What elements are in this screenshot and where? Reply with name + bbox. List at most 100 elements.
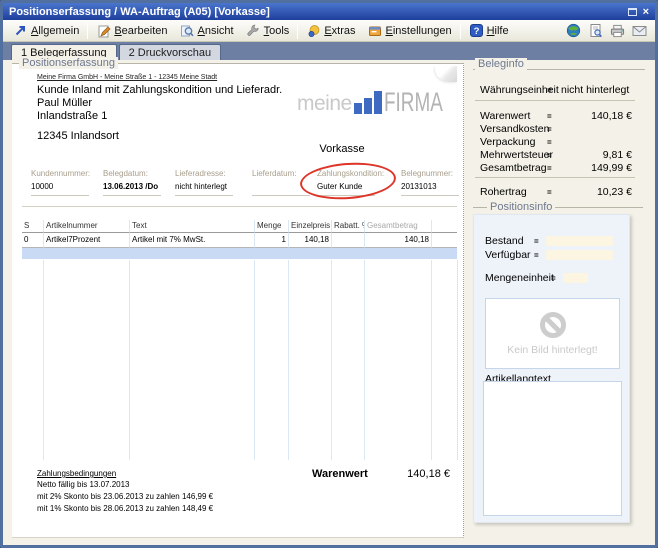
group-label-positionsinfo: Positionsinfo	[487, 201, 555, 213]
payment-terms-title: Zahlungsbedingungen	[37, 469, 116, 478]
help-icon: ?	[469, 23, 484, 38]
logo-text-firma: FIRMA	[384, 90, 443, 115]
bestand-value-box	[546, 236, 613, 246]
verfuegbar-value-box	[546, 250, 613, 260]
magnifier-icon	[180, 23, 195, 38]
info-row-versandkosten: Versandkosten =	[480, 123, 632, 135]
menu-allgemein[interactable]: Allgemein	[7, 21, 85, 40]
no-image-text: Kein Bild hinterlegt!	[507, 344, 597, 356]
info-row-rohertrag: Rohertrag = 10,23 €	[480, 186, 632, 198]
address-line: Paul Müller	[37, 97, 92, 109]
equals-sign: =	[551, 274, 563, 283]
menu-right-icons	[566, 23, 651, 38]
equals-sign: =	[547, 112, 561, 121]
equals-sign: =	[547, 125, 561, 134]
artikellangtext-input[interactable]	[483, 381, 622, 516]
total-label: Warenwert	[312, 468, 368, 480]
group-label-beleginfo: Beleginfo	[475, 58, 527, 70]
info-row-gesamtbetrag: Gesamtbetrag = 149,99 €	[480, 162, 632, 174]
menu-einstellungen[interactable]: Einstellungen	[362, 21, 458, 40]
field-belegnummer: Belegnummer: 20131013	[401, 169, 467, 196]
header-divider	[22, 206, 457, 207]
field-belegdatum: Belegdatum: 13.06.2013 /Do	[103, 169, 169, 196]
equals-sign: =	[547, 164, 561, 173]
equals-sign: =	[534, 237, 546, 246]
menu-tools[interactable]: Tools	[240, 21, 296, 40]
company-logo: meine FIRMA	[297, 90, 468, 115]
mail-icon[interactable]	[632, 23, 647, 38]
app-window: Positionserfassung / WA-Auftrag (A05) [V…	[0, 0, 658, 548]
total-value: 140,18 €	[380, 468, 450, 480]
payment-terms-line: mit 1% Skonto bis 28.06.2013 zu zahlen 1…	[37, 504, 213, 513]
separator-line	[475, 177, 635, 178]
grid-line	[364, 260, 365, 460]
group-label-positionserfassung: Positionserfassung	[19, 57, 118, 69]
equals-sign: =	[547, 138, 561, 147]
beleginfo-panel: Beleginfo Währungseinheit = nicht hinter…	[465, 60, 651, 541]
field-lieferadresse: Lieferadresse: nicht hinterlegt	[175, 169, 241, 196]
table-header: S Artikelnummer Text Menge Einzelpreis R…	[22, 220, 457, 233]
table-row[interactable]: 0 Artikel7Prozent Artikel mit 7% MwSt. 1…	[22, 233, 457, 248]
mengeneinheit-value-box	[563, 273, 588, 283]
grid-line	[254, 260, 255, 460]
tab-druckvorschau[interactable]: 2 Druckvorschau	[119, 44, 222, 60]
menu-bar: Allgemein Bearbeiten Ansicht Tools	[3, 20, 655, 42]
equals-sign: =	[534, 251, 546, 260]
grid-line	[331, 260, 332, 460]
payment-terms-line: Netto fällig bis 13.07.2013	[37, 480, 130, 489]
address-line: Kunde Inland mit Zahlungskondition und L…	[37, 84, 282, 96]
menu-bearbeiten[interactable]: Bearbeiten	[90, 21, 173, 40]
menu-separator	[297, 23, 298, 39]
equals-sign: =	[547, 151, 561, 160]
menu-separator	[460, 23, 461, 39]
separator-line	[475, 100, 635, 101]
equals-sign: =	[547, 86, 561, 95]
menu-separator	[87, 23, 88, 39]
title-bar: Positionserfassung / WA-Auftrag (A05) [V…	[3, 3, 655, 20]
info-row-verpackung: Verpackung =	[480, 136, 632, 148]
page-curl-icon	[435, 66, 457, 82]
sender-line: Meine Firma GmbH - Meine Straße 1 - 1234…	[37, 74, 217, 81]
field-bestand: Bestand =	[485, 235, 613, 247]
globe-icon[interactable]	[566, 23, 581, 38]
info-row-warenwert: Warenwert = 140,18 €	[480, 110, 632, 122]
printer-icon[interactable]	[610, 23, 625, 38]
settings-icon	[368, 23, 383, 38]
edit-pencil-icon	[96, 23, 111, 38]
grid-line	[431, 260, 432, 460]
equals-sign: =	[547, 188, 561, 197]
payment-terms-line: mit 2% Skonto bis 23.06.2013 zu zahlen 1…	[37, 492, 213, 501]
restore-window-button[interactable]	[628, 8, 637, 16]
svg-text:?: ?	[473, 26, 479, 37]
document-preview-group: Meine Firma GmbH - Meine Straße 1 - 1234…	[12, 63, 464, 538]
field-verfuegbar: Verfügbar =	[485, 249, 613, 261]
positionsinfo-panel: Bestand = Verfügbar = Mengeneinheit =	[473, 214, 630, 523]
arrow-up-right-icon	[13, 23, 28, 38]
content-area: Positionserfassung Meine Firma GmbH - Me…	[7, 60, 651, 541]
logo-bars-icon	[354, 91, 382, 114]
field-kundennummer: Kundennummer: 10000	[31, 169, 97, 196]
menu-hilfe[interactable]: ? Hilfe	[463, 21, 515, 40]
wrench-icon	[246, 23, 261, 38]
logo-text-meine: meine	[297, 92, 352, 115]
grid-line	[288, 260, 289, 460]
grid-line	[457, 260, 458, 460]
menu-ansicht[interactable]: Ansicht	[174, 21, 240, 40]
window-title: Positionserfassung / WA-Auftrag (A05) [V…	[9, 6, 628, 18]
info-row-mehrwertsteuer: Mehrwertsteuer = 9,81 €	[480, 149, 632, 161]
document-type: Vorkasse	[297, 143, 387, 155]
selected-empty-row[interactable]	[22, 248, 457, 259]
extras-ball-icon	[306, 23, 321, 38]
grid-line	[43, 260, 44, 460]
menu-extras[interactable]: Extras	[300, 21, 361, 40]
field-mengeneinheit: Mengeneinheit =	[485, 272, 588, 284]
info-row-waehrungseinheit: Währungseinheit = nicht hinterlegt	[480, 84, 632, 96]
address-line: Inlandstraße 1	[37, 110, 107, 122]
article-image-box: Kein Bild hinterlegt!	[485, 298, 620, 369]
address-line: 12345 Inlandsort	[37, 130, 119, 142]
grid-line	[129, 260, 130, 460]
document-preview: Meine Firma GmbH - Meine Straße 1 - 1234…	[12, 64, 463, 537]
print-preview-icon[interactable]	[588, 23, 603, 38]
no-image-icon	[539, 311, 567, 339]
close-window-button[interactable]: ×	[643, 7, 649, 17]
